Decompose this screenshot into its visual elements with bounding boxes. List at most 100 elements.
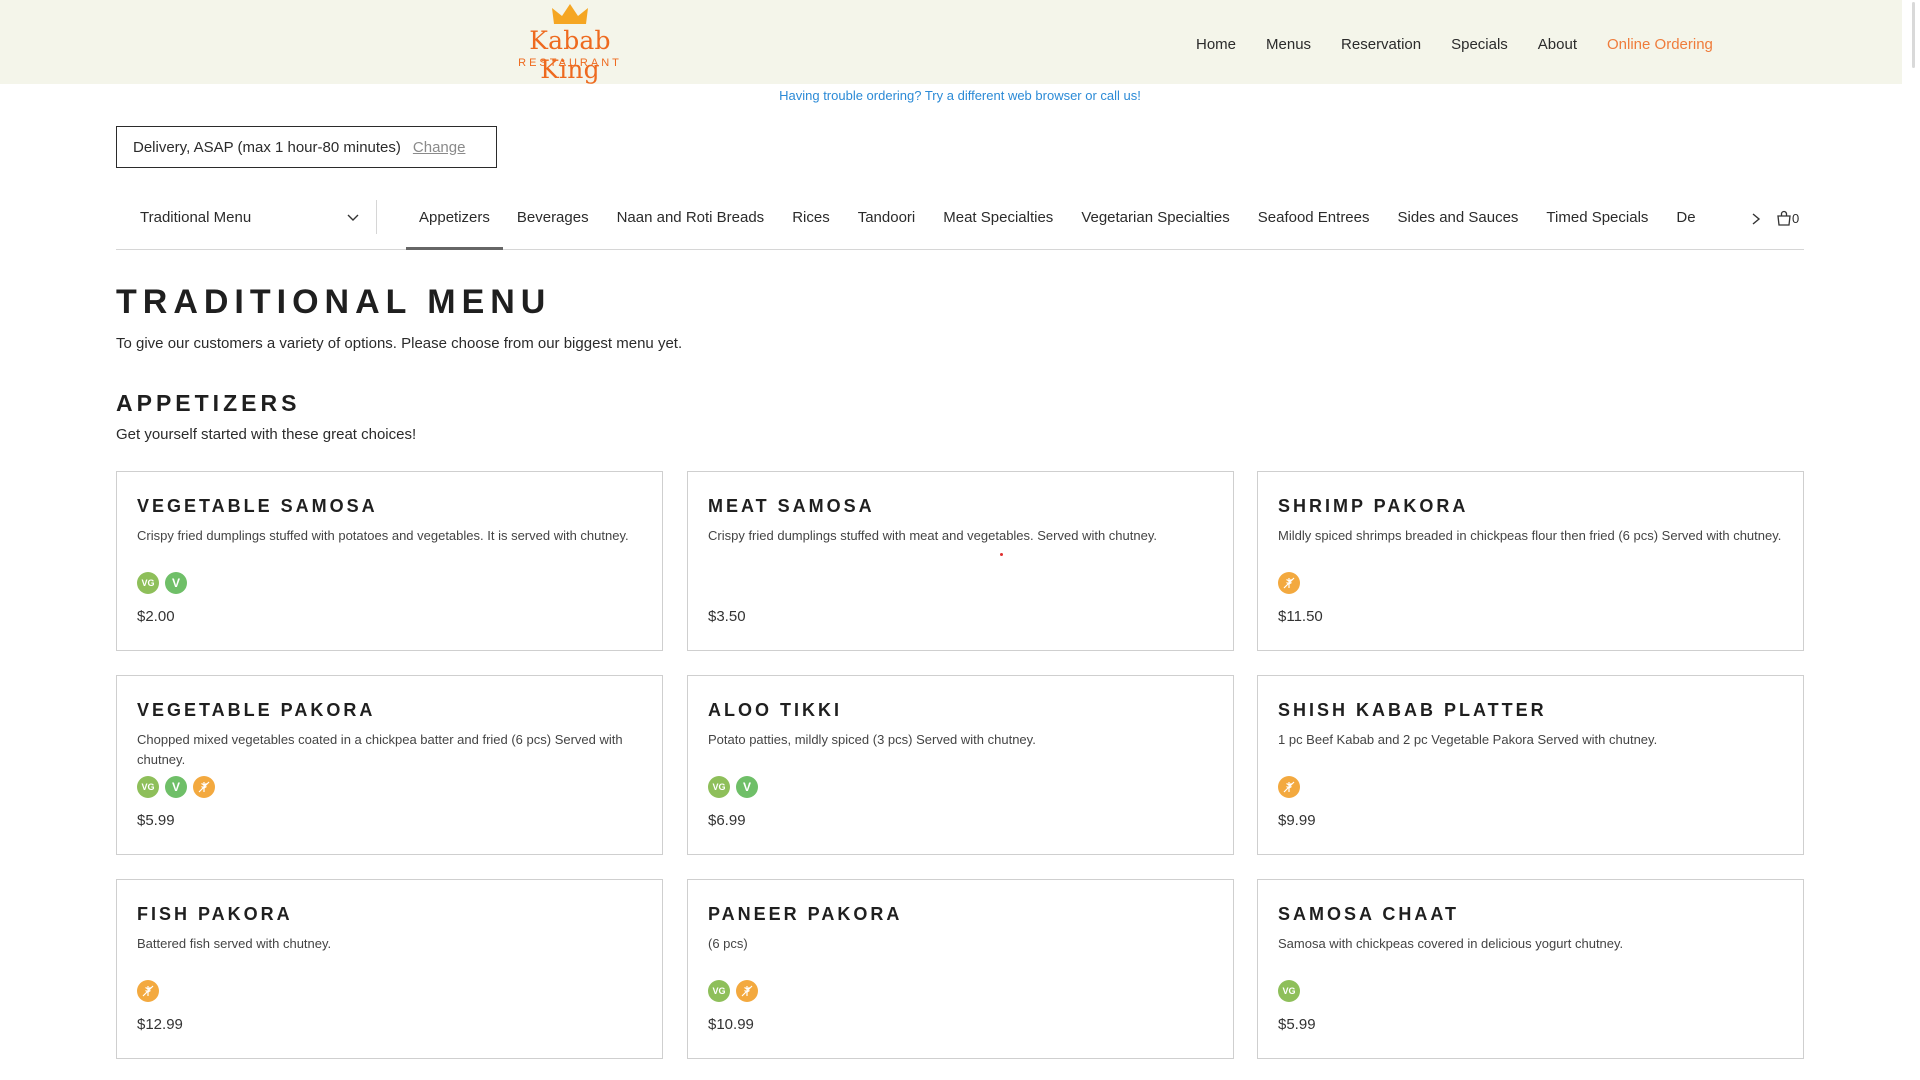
menu-dropdown[interactable]: Traditional Menu: [140, 209, 360, 226]
nav-reservation[interactable]: Reservation: [1341, 36, 1421, 53]
scrollbar-thumb[interactable]: [1912, 2, 1915, 68]
vegan-icon: VG: [708, 776, 730, 798]
page-tagline: To give our customers a variety of optio…: [116, 335, 683, 352]
section-title: APPETIZERS: [116, 390, 301, 416]
nav-menus[interactable]: Menus: [1266, 36, 1311, 53]
tab-vegetarian-specialties[interactable]: Vegetarian Specialties: [1081, 198, 1229, 250]
tab-appetizers[interactable]: Appetizers: [406, 198, 503, 250]
nav-specials[interactable]: Specials: [1451, 36, 1508, 53]
item-description: Crispy fried dumplings stuffed with meat…: [708, 528, 1157, 543]
nav-online-ordering[interactable]: Online Ordering: [1607, 36, 1713, 53]
item-name: VEGETABLE PAKORA: [137, 700, 376, 720]
dietary-badges: [1278, 776, 1306, 798]
gluten-free-icon: [193, 776, 215, 798]
vegetarian-icon-label: V: [171, 780, 180, 794]
menu-item-card[interactable]: PANEER PAKORA (6 pcs) VG $10.99: [687, 879, 1234, 1059]
crown-icon: [552, 4, 588, 24]
item-description: (6 pcs): [708, 936, 748, 951]
tab-seafood-entrees[interactable]: Seafood Entrees: [1258, 198, 1370, 250]
gluten-free-icon: [1278, 572, 1300, 594]
delivery-selector[interactable]: Delivery, ASAP (max 1 hour-80 minutes) C…: [116, 126, 497, 168]
vegan-icon: VG: [137, 572, 159, 594]
brand-name: Kabab King: [529, 26, 611, 84]
item-description: Samosa with chickpeas covered in delicio…: [1278, 936, 1624, 951]
delivery-text: Delivery, ASAP (max 1 hour-80 minutes): [133, 138, 401, 156]
cart-button[interactable]: 0: [1776, 210, 1799, 226]
item-name: SAMOSA CHAAT: [1278, 904, 1459, 924]
vegan-icon: VG: [137, 776, 159, 798]
item-description: Mildly spiced shrimps breaded in chickpe…: [1278, 528, 1782, 543]
item-description: Potato patties, mildly spiced (3 pcs) Se…: [708, 732, 1036, 747]
nav-home[interactable]: Home: [1196, 36, 1236, 53]
menu-item-card[interactable]: VEGETABLE SAMOSA Crispy fried dumplings …: [116, 471, 663, 651]
tab-timed-specials[interactable]: Timed Specials: [1546, 198, 1648, 250]
gluten-free-icon: [137, 980, 159, 1002]
logo[interactable]: Kabab King RESTAURANT: [500, 0, 640, 84]
tab-breads[interactable]: Naan and Roti Breads: [617, 198, 765, 250]
tab-desserts[interactable]: De: [1676, 198, 1695, 250]
dietary-badges: [1278, 572, 1306, 594]
chevron-right-icon[interactable]: [1749, 212, 1763, 226]
menu-item-card[interactable]: SHRIMP PAKORA Mildly spiced shrimps brea…: [1257, 471, 1804, 651]
item-description: 1 pc Beef Kabab and 2 pc Vegetable Pakor…: [1278, 732, 1658, 747]
item-description: Crispy fried dumplings stuffed with pota…: [137, 528, 629, 543]
item-name: PANEER PAKORA: [708, 904, 903, 924]
brand-subtitle: RESTAURANT: [518, 57, 622, 69]
menu-dropdown-label: Traditional Menu: [140, 209, 252, 226]
vegan-icon-label: VG: [141, 578, 155, 588]
item-description: Chopped mixed vegetables coated in a chi…: [137, 732, 623, 767]
vegetarian-icon-label: V: [742, 780, 751, 794]
ordering-notice[interactable]: Having trouble ordering? Try a different…: [0, 88, 1920, 103]
item-name: ALOO TIKKI: [708, 700, 842, 720]
item-price: $5.99: [137, 812, 175, 829]
dietary-badges: [137, 980, 165, 1002]
tab-tandoori[interactable]: Tandoori: [858, 198, 916, 250]
tab-rices[interactable]: Rices: [792, 198, 830, 250]
change-link[interactable]: Change: [413, 139, 466, 156]
nav-about[interactable]: About: [1538, 36, 1577, 53]
item-price: $6.99: [708, 812, 746, 829]
tabs-fade: [1714, 198, 1744, 248]
item-price: $2.00: [137, 608, 175, 625]
menu-item-card[interactable]: MEAT SAMOSA Crispy fried dumplings stuff…: [687, 471, 1234, 651]
dietary-badges: VG: [708, 980, 764, 1002]
tab-meat-specialties[interactable]: Meat Specialties: [943, 198, 1053, 250]
item-name: MEAT SAMOSA: [708, 496, 875, 516]
section-subtitle: Get yourself started with these great ch…: [116, 426, 417, 443]
item-name: SHRIMP PAKORA: [1278, 496, 1469, 516]
dietary-badges: VG V: [708, 776, 764, 798]
scrollbar[interactable]: [1902, 0, 1920, 1080]
main-nav: Home Menus Reservation Specials About On…: [1196, 36, 1713, 53]
dietary-badges: VG V: [137, 572, 193, 594]
cart-count: 0: [1792, 210, 1800, 226]
item-name: VEGETABLE SAMOSA: [137, 496, 378, 516]
menu-item-card[interactable]: VEGETABLE PAKORA Chopped mixed vegetable…: [116, 675, 663, 855]
item-name: FISH PAKORA: [137, 904, 293, 924]
vegetarian-icon-label: V: [171, 576, 180, 590]
item-price: $10.99: [708, 1016, 754, 1033]
menu-item-card[interactable]: SAMOSA CHAAT Samosa with chickpeas cover…: [1257, 879, 1804, 1059]
gluten-free-icon: [1278, 776, 1300, 798]
category-tabs: Appetizers Beverages Naan and Roti Breads R…: [406, 198, 1866, 250]
menu-item-card[interactable]: ALOO TIKKI Potato patties, mildly spiced…: [687, 675, 1234, 855]
item-price: $12.99: [137, 1016, 183, 1033]
page-title: TRADITIONAL MENU: [116, 283, 552, 321]
tab-beverages[interactable]: Beverages: [517, 198, 589, 250]
tab-sides-and-sauces[interactable]: Sides and Sauces: [1398, 198, 1519, 250]
vegan-icon-label: VG: [712, 782, 726, 792]
site-header: Kabab King RESTAURANT Home Menus Reserva…: [0, 0, 1902, 84]
dietary-badges: VG: [1278, 980, 1306, 1002]
divider: [376, 200, 377, 234]
menu-item-card[interactable]: SHISH KABAB PLATTER 1 pc Beef Kabab and …: [1257, 675, 1804, 855]
dietary-badges: VG V: [137, 776, 221, 798]
cursor-dot: [1000, 553, 1003, 556]
vegan-icon: VG: [1278, 980, 1300, 1002]
vegan-icon-label: VG: [1282, 986, 1296, 996]
item-price: $3.50: [708, 608, 746, 625]
item-name: SHISH KABAB PLATTER: [1278, 700, 1547, 720]
item-price: $5.99: [1278, 1016, 1316, 1033]
menu-item-card[interactable]: FISH PAKORA Battered fish served with ch…: [116, 879, 663, 1059]
item-price: $9.99: [1278, 812, 1316, 829]
vegetarian-icon: V: [736, 776, 758, 798]
gluten-free-icon: [736, 980, 758, 1002]
